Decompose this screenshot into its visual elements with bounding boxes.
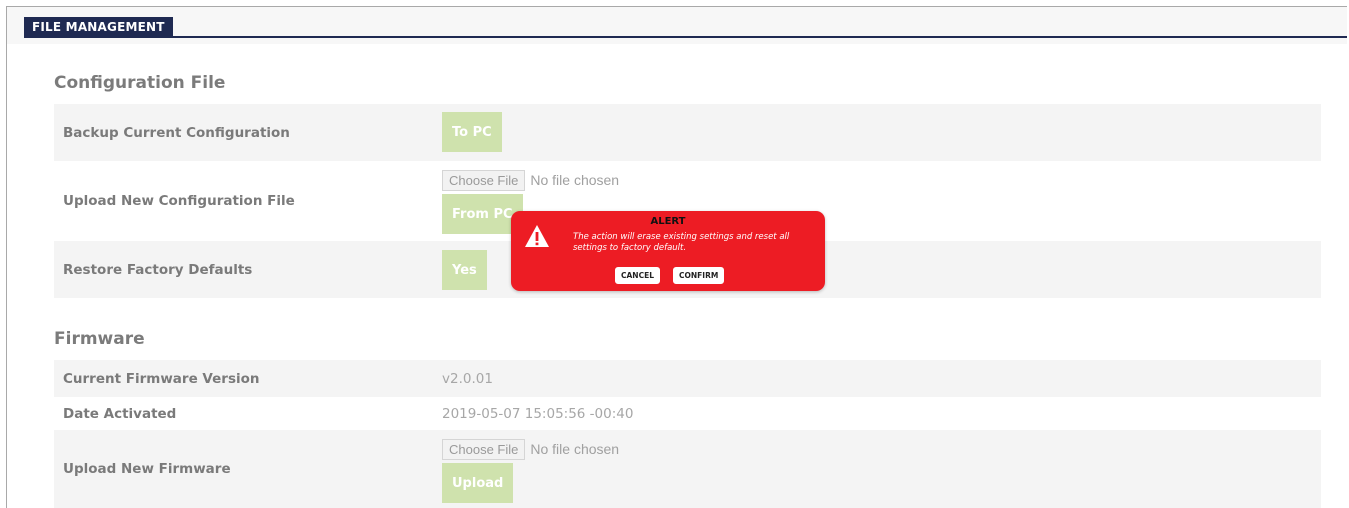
upload-config-label: Upload New Configuration File xyxy=(63,193,295,209)
alert-confirm-button[interactable]: CONFIRM xyxy=(673,267,725,284)
warning-triangle-icon xyxy=(524,224,550,248)
firmware-version-label: Current Firmware Version xyxy=(63,370,260,387)
config-choose-file-button[interactable]: Choose File xyxy=(442,169,526,191)
alert-title: ALERT xyxy=(650,216,686,227)
date-activated-value: 2019-05-07 15:05:56 -00:40 xyxy=(442,405,634,422)
config-file-status: No file chosen xyxy=(530,172,620,188)
frame-header-band xyxy=(7,7,1347,44)
upload-firmware-row: Upload New Firmware Choose File No file … xyxy=(54,430,1321,508)
firmware-section-title: Firmware xyxy=(54,329,145,349)
restore-defaults-label: Restore Factory Defaults xyxy=(63,261,253,278)
date-activated-label: Date Activated xyxy=(63,405,177,422)
firmware-version-row: Current Firmware Version v2.0.01 xyxy=(54,360,1321,397)
firmware-file-status: No file chosen xyxy=(530,441,620,457)
backup-config-label: Backup Current Configuration xyxy=(63,124,290,141)
firmware-file-picker: Choose File No file chosen xyxy=(442,438,619,460)
firmware-choose-file-button[interactable]: Choose File xyxy=(442,438,526,460)
date-activated-row: Date Activated 2019-05-07 15:05:56 -00:4… xyxy=(54,397,1321,430)
panel-title-rule xyxy=(24,36,1347,38)
alert-message: The action will erase existing settings … xyxy=(573,232,790,253)
factory-reset-alert: ALERT The action will erase existing set… xyxy=(511,211,825,291)
backup-config-row: Backup Current Configuration To PC xyxy=(54,104,1321,161)
upload-firmware-label: Upload New Firmware xyxy=(63,461,231,477)
firmware-version-value: v2.0.01 xyxy=(442,370,493,387)
firmware-upload-button[interactable]: Upload xyxy=(442,463,514,503)
restore-yes-button[interactable]: Yes xyxy=(442,250,487,290)
alert-cancel-button[interactable]: CANCEL xyxy=(615,267,660,284)
config-section-title: Configuration File xyxy=(54,73,226,93)
config-file-picker: Choose File No file chosen xyxy=(442,169,619,191)
backup-to-pc-button[interactable]: To PC xyxy=(442,112,502,152)
panel-title: FILE MANAGEMENT xyxy=(24,17,173,37)
